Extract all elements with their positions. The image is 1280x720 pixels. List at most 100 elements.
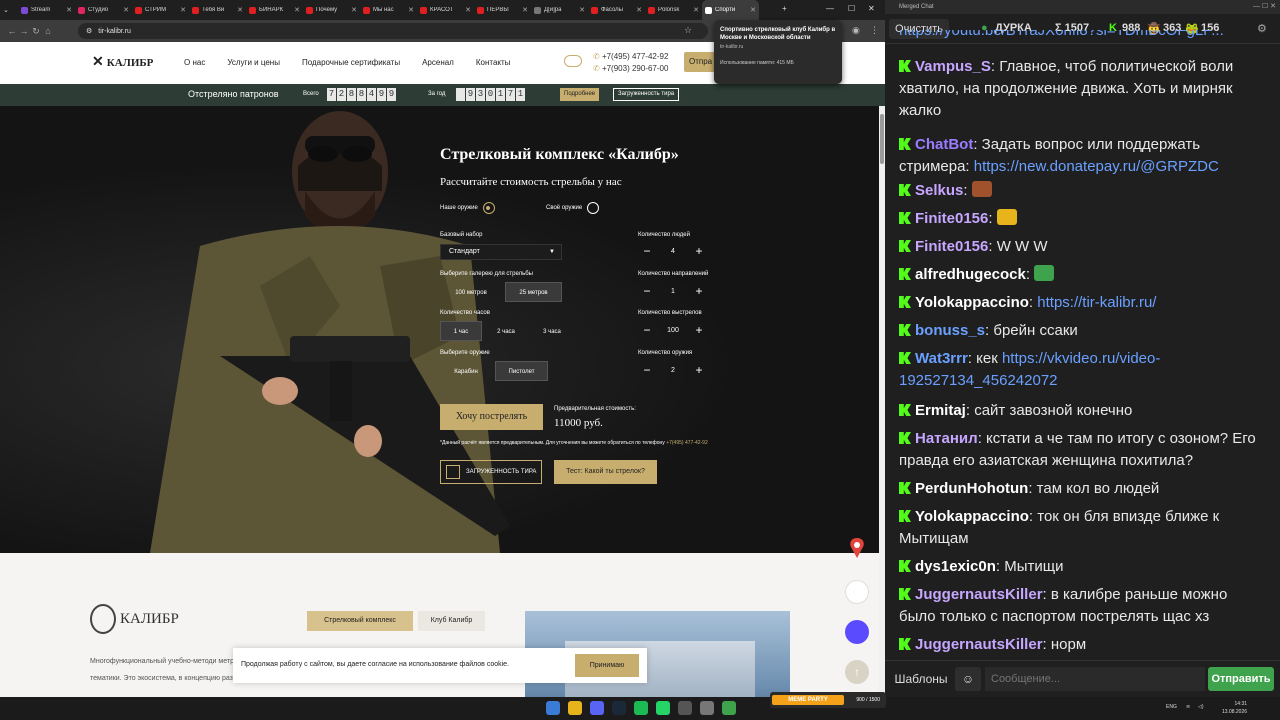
close-tab-icon[interactable]: ✕ <box>636 6 642 14</box>
chat-username[interactable]: PerdunHohotun <box>915 480 1028 497</box>
shots-value[interactable]: 100 <box>654 327 692 334</box>
forward-icon[interactable]: → <box>18 26 30 36</box>
consultant-avatar-icon[interactable] <box>845 580 869 604</box>
base-select[interactable]: Стандарт ▼ <box>440 244 562 260</box>
chat-username[interactable]: Finite0156 <box>915 210 988 227</box>
map-pin-icon[interactable] <box>845 536 869 560</box>
weapon-carbine-button[interactable]: Карабин <box>440 361 492 381</box>
tab-list-button[interactable]: ⌄ <box>0 0 18 20</box>
weapon-pistol-button[interactable]: Пистолет <box>495 361 548 381</box>
chat-link[interactable]: https://new.donatepay.ru/@GRPZDC <box>974 158 1219 175</box>
gallery-100-button[interactable]: 100 метров <box>440 282 502 302</box>
chat-username[interactable]: Yolokappaccino <box>915 294 1029 311</box>
new-tab-button[interactable]: + <box>782 4 787 13</box>
plus-button[interactable]: + <box>692 323 706 337</box>
messenger-icon[interactable] <box>656 701 670 715</box>
shooter-test-button[interactable]: Тест: Какой ты стрелок? <box>554 460 657 484</box>
scrollbar-thumb[interactable] <box>880 114 884 164</box>
maximize-button[interactable]: ☐ <box>848 4 855 13</box>
language-indicator[interactable]: ENG <box>1166 704 1177 710</box>
browser-tab[interactable]: ПЕРВЫ ✕ <box>474 0 531 20</box>
browser-tab[interactable]: СТРИМ ✕ <box>132 0 189 20</box>
minus-button[interactable]: − <box>640 284 654 298</box>
app-icon[interactable] <box>678 701 692 715</box>
chat-username[interactable]: dys1exic0n <box>915 558 996 575</box>
discord-icon[interactable] <box>590 701 604 715</box>
hours-3-button[interactable]: 3 часа <box>531 321 573 341</box>
browser-tab[interactable]: КРАСОТ ✕ <box>417 0 474 20</box>
chat-username[interactable]: Натанил <box>915 430 978 447</box>
chat-username[interactable]: Yolokappaccino <box>915 508 1029 525</box>
browser-tab[interactable]: Д[и]ра ✕ <box>531 0 588 20</box>
home-icon[interactable]: ⌂ <box>42 26 54 36</box>
browser-tab[interactable]: Мы нас ✕ <box>360 0 417 20</box>
plus-button[interactable]: + <box>692 244 706 258</box>
minus-button[interactable]: − <box>640 363 654 377</box>
volume-icon[interactable]: ◁) <box>1198 704 1204 710</box>
radio-our-weapon[interactable]: Наше оружие <box>440 202 495 214</box>
range-load-hero-button[interactable]: ЗАГРУЖЕННОСТЬ ТИРА <box>440 460 542 484</box>
chat-username[interactable]: Wat3rrr <box>915 350 968 367</box>
steam-icon[interactable] <box>612 701 626 715</box>
chat-username[interactable]: Selkus <box>915 182 963 199</box>
plus-button[interactable]: + <box>692 284 706 298</box>
clock[interactable]: 14:31 13.08.2026 <box>1222 700 1247 716</box>
url-field[interactable]: ⚙ tir-kalibr.ru <box>78 23 708 39</box>
want-to-shoot-button[interactable]: Хочу пострелять <box>440 404 543 430</box>
close-tab-icon[interactable]: ✕ <box>579 6 585 14</box>
menu-item[interactable]: Подарочные сертификаты <box>302 58 400 67</box>
send-message-button[interactable]: Отправить <box>1208 667 1274 691</box>
close-tab-icon[interactable]: ✕ <box>123 6 129 14</box>
hours-1-button[interactable]: 1 час <box>440 321 482 341</box>
chat-username[interactable]: Vampus_S <box>915 58 991 75</box>
reload-icon[interactable]: ↻ <box>30 26 42 37</box>
site-logo[interactable]: ✕ КАЛИБР <box>92 54 153 71</box>
tab-shooting-complex[interactable]: Стрелковый комплекс <box>307 611 413 631</box>
close-tab-icon[interactable]: ✕ <box>465 6 471 14</box>
scroll-up-icon[interactable]: ↑ <box>845 660 869 684</box>
browser-tab[interactable]: Фасолы ✕ <box>588 0 645 20</box>
lanes-value[interactable]: 1 <box>654 288 692 295</box>
app-icon[interactable] <box>722 701 736 715</box>
back-icon[interactable]: ← <box>6 26 18 36</box>
phone-1[interactable]: ✆ +7(495) 477-42-92 <box>593 51 668 63</box>
hours-2-button[interactable]: 2 часа <box>485 321 527 341</box>
browser-tab[interactable]: Студио ✕ <box>75 0 132 20</box>
minus-button[interactable]: − <box>640 244 654 258</box>
plus-button[interactable]: + <box>692 363 706 377</box>
vip-icon[interactable] <box>564 55 582 67</box>
browser-tab[interactable]: Stream ✕ <box>18 0 75 20</box>
close-tab-icon[interactable]: ✕ <box>408 6 414 14</box>
chat-link[interactable]: https://tir-kalibr.ru/ <box>1037 294 1156 311</box>
minus-button[interactable]: − <box>640 323 654 337</box>
chat-link[interactable]: https://youtu.be/BTraJXonfl8?si=TDmBcOFg… <box>899 30 1224 39</box>
radio-own-weapon[interactable]: Своё оружие <box>546 202 600 214</box>
chat-username[interactable]: JuggernautsKiller <box>915 586 1043 603</box>
browser-menu-icon[interactable]: ⋮ <box>870 25 879 36</box>
chrome-icon[interactable] <box>568 701 582 715</box>
chat-username[interactable]: alfredhugecock <box>915 266 1026 283</box>
emoji-button[interactable]: ☺ <box>955 667 981 691</box>
menu-item[interactable]: Услуги и цены <box>227 58 280 67</box>
people-value[interactable]: 4 <box>654 248 692 255</box>
window-controls[interactable]: — ☐ ✕ <box>1253 0 1276 14</box>
range-load-button[interactable]: Загруженность тира <box>613 88 680 101</box>
gallery-25-button[interactable]: 25 метров <box>505 282 562 302</box>
site-info-icon[interactable]: ⚙ <box>86 27 92 35</box>
wifi-icon[interactable]: ≋ <box>1186 704 1190 710</box>
close-tab-icon[interactable]: ✕ <box>237 6 243 14</box>
browser-tab[interactable]: Тебя Ви ✕ <box>189 0 246 20</box>
close-tab-icon[interactable]: ✕ <box>180 6 186 14</box>
phone-2[interactable]: ✆ +7(903) 290-67-00 <box>593 63 668 75</box>
chat-username[interactable]: JuggernautsKiller <box>915 636 1043 653</box>
note-phone-link[interactable]: +7(495) 477-42-92 <box>666 440 708 446</box>
browser-tab[interactable]: БИНАРК ✕ <box>246 0 303 20</box>
close-tab-icon[interactable]: ✕ <box>750 6 756 14</box>
chat-username[interactable]: Ermitaj <box>915 402 966 419</box>
chat-username[interactable]: Finite0156 <box>915 238 988 255</box>
profile-icon[interactable]: ◉ <box>852 25 860 36</box>
app-icon[interactable] <box>700 701 714 715</box>
browser-tab[interactable]: Polonsk ✕ <box>645 0 702 20</box>
browser-tab[interactable]: Почему ✕ <box>303 0 360 20</box>
close-tab-icon[interactable]: ✕ <box>294 6 300 14</box>
